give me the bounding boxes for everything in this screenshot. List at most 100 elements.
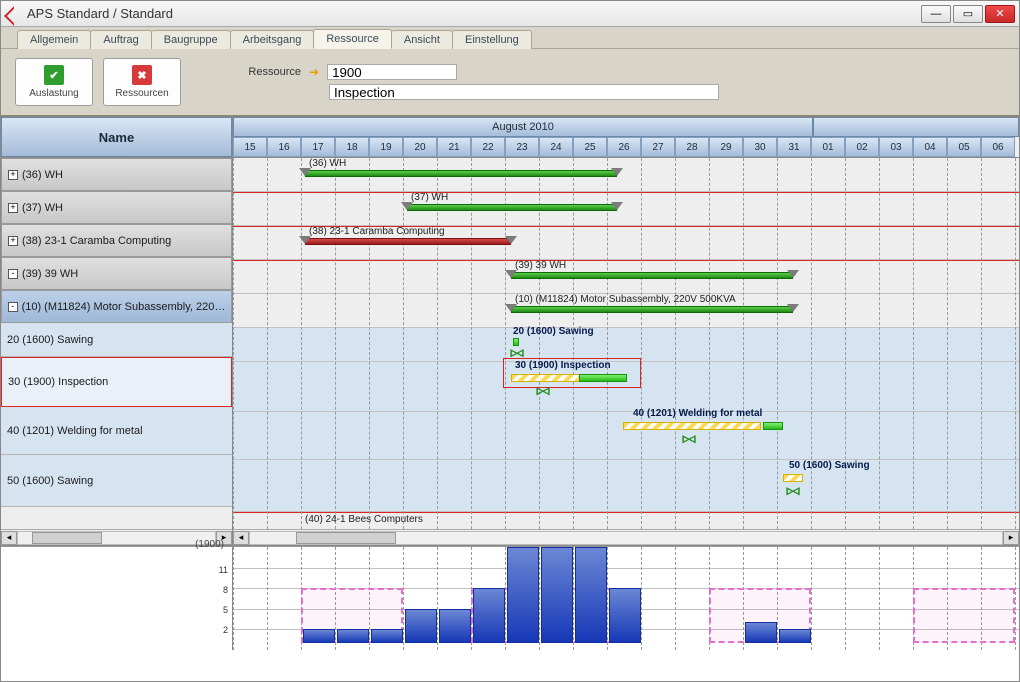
expand-icon[interactable]: + xyxy=(8,236,18,246)
minimize-button[interactable]: — xyxy=(921,5,951,23)
row-label: (39) 39 WH xyxy=(22,268,78,280)
day-header-cell: 27 xyxy=(641,137,675,157)
check-icon: ✔ xyxy=(44,65,64,85)
scroll-thumb[interactable] xyxy=(32,532,102,544)
tab-ressource[interactable]: Ressource xyxy=(313,29,392,49)
day-header-cell: 30 xyxy=(743,137,777,157)
auslastung-button[interactable]: ✔ Auslastung xyxy=(15,58,93,106)
ressource-desc-input[interactable] xyxy=(329,84,719,100)
gantt-bars: (36) WH(37) WH(38) 23-1 Caramba Computin… xyxy=(233,158,1019,529)
arrow-right-icon: ➜ xyxy=(309,65,319,79)
row-label: 20 (1600) Sawing xyxy=(7,334,93,346)
day-header-cell: 28 xyxy=(675,137,709,157)
row-label: 50 (1600) Sawing xyxy=(7,475,93,487)
day-header-cell: 31 xyxy=(777,137,811,157)
collapse-icon[interactable]: - xyxy=(8,302,18,312)
day-header-cell: 05 xyxy=(947,137,981,157)
row-label: (10) (M11824) Motor Subassembly, 220V 50… xyxy=(22,301,231,313)
tab-allgemein[interactable]: Allgemein xyxy=(17,30,91,49)
day-header-cell: 26 xyxy=(607,137,641,157)
filter-fields: Ressource ➜ xyxy=(231,64,719,100)
day-header-cell: 22 xyxy=(471,137,505,157)
month-header-sep xyxy=(813,117,1019,137)
utilization-chart: (1900) 11 8 5 2 xyxy=(1,546,1019,650)
scroll-right-icon[interactable]: ▸ xyxy=(1003,531,1019,545)
day-header-cell: 15 xyxy=(233,137,267,157)
day-header-cell: 18 xyxy=(335,137,369,157)
gantt-canvas[interactable]: (36) WH(37) WH(38) 23-1 Caramba Computin… xyxy=(233,157,1019,529)
row-label: (37) WH xyxy=(22,202,63,214)
expand-icon[interactable]: + xyxy=(8,170,18,180)
row-task-40[interactable]: 40 (1201) Welding for metal xyxy=(1,407,232,455)
name-column-header: Name xyxy=(1,117,232,157)
gantt-left-pane: Name + (36) WH + (37) WH + (38) 23-1 Car… xyxy=(1,117,233,545)
gantt-right-pane: August 2010 1516171819202122232425262728… xyxy=(233,117,1019,545)
chart-plot-area xyxy=(233,547,1019,650)
collapse-icon[interactable]: - xyxy=(8,269,18,279)
ressource-code-input[interactable] xyxy=(327,64,457,80)
day-header-cell: 04 xyxy=(913,137,947,157)
day-header-cell: 20 xyxy=(403,137,437,157)
tab-auftrag[interactable]: Auftrag xyxy=(90,30,151,49)
row-label: 40 (1201) Welding for metal xyxy=(7,425,143,437)
window-title: APS Standard / Standard xyxy=(27,6,173,21)
day-header-cell: 01 xyxy=(811,137,845,157)
row-label: 30 (1900) Inspection xyxy=(8,376,108,388)
chart-y-axis: (1900) 11 8 5 2 xyxy=(1,547,233,650)
scroll-left-icon[interactable]: ◂ xyxy=(1,531,17,545)
row-task-30[interactable]: 30 (1900) Inspection xyxy=(1,357,232,407)
day-header-cell: 29 xyxy=(709,137,743,157)
gantt-row-labels: + (36) WH + (37) WH + (38) 23-1 Caramba … xyxy=(1,157,232,529)
tab-ansicht[interactable]: Ansicht xyxy=(391,30,453,49)
maximize-button[interactable]: ▭ xyxy=(953,5,983,23)
y-tick: 11 xyxy=(219,565,228,575)
ressourcen-button[interactable]: ✖ Ressourcen xyxy=(103,58,181,106)
y-tick: 8 xyxy=(223,585,228,595)
day-header-cell: 19 xyxy=(369,137,403,157)
auslastung-label: Auslastung xyxy=(29,88,78,99)
day-header-cell: 03 xyxy=(879,137,913,157)
y-tick: 2 xyxy=(223,625,228,635)
day-header-cell: 23 xyxy=(505,137,539,157)
ressource-field-label: Ressource xyxy=(231,66,301,78)
day-header-cell: 21 xyxy=(437,137,471,157)
window-controls: — ▭ ✕ xyxy=(921,5,1015,23)
cancel-icon: ✖ xyxy=(132,65,152,85)
row-task-50[interactable]: 50 (1600) Sawing xyxy=(1,455,232,507)
expand-icon[interactable]: + xyxy=(8,203,18,213)
gantt-time-header: August 2010 1516171819202122232425262728… xyxy=(233,117,1019,157)
month-header-aug: August 2010 xyxy=(233,117,813,137)
row-group-37[interactable]: + (37) WH xyxy=(1,191,232,224)
day-header-cell: 02 xyxy=(845,137,879,157)
gantt-area: Name + (36) WH + (37) WH + (38) 23-1 Car… xyxy=(1,117,1019,546)
tab-einstellung[interactable]: Einstellung xyxy=(452,30,532,49)
row-group-38[interactable]: + (38) 23-1 Caramba Computing xyxy=(1,224,232,257)
day-header-cell: 24 xyxy=(539,137,573,157)
scroll-left-icon[interactable]: ◂ xyxy=(233,531,249,545)
row-label: (38) 23-1 Caramba Computing xyxy=(22,235,171,247)
close-button[interactable]: ✕ xyxy=(985,5,1015,23)
scroll-track[interactable] xyxy=(249,531,1003,545)
tab-arbeitsgang[interactable]: Arbeitsgang xyxy=(230,30,315,49)
y-tick: 5 xyxy=(223,605,228,615)
filter-panel: ✔ Auslastung ✖ Ressourcen Ressource ➜ xyxy=(1,49,1019,117)
app-icon xyxy=(5,6,21,22)
tabstrip: Allgemein Auftrag Baugruppe Arbeitsgang … xyxy=(1,27,1019,49)
day-header-cell: 17 xyxy=(301,137,335,157)
scroll-thumb[interactable] xyxy=(296,532,396,544)
row-group-m11824[interactable]: - (10) (M11824) Motor Subassembly, 220V … xyxy=(1,290,232,323)
chart-title: (1900) xyxy=(195,539,224,550)
row-group-39[interactable]: - (39) 39 WH xyxy=(1,257,232,290)
day-header-cell: 25 xyxy=(573,137,607,157)
row-label: (36) WH xyxy=(22,169,63,181)
row-task-20[interactable]: 20 (1600) Sawing xyxy=(1,323,232,357)
titlebar: APS Standard / Standard — ▭ ✕ xyxy=(1,1,1019,27)
day-header-cell: 06 xyxy=(981,137,1015,157)
day-header-cell: 16 xyxy=(267,137,301,157)
ressourcen-label: Ressourcen xyxy=(115,88,168,99)
row-group-36[interactable]: + (36) WH xyxy=(1,158,232,191)
day-header-row: 1516171819202122232425262728293031010203… xyxy=(233,137,1019,157)
scroll-track[interactable] xyxy=(17,531,216,545)
tab-baugruppe[interactable]: Baugruppe xyxy=(151,30,231,49)
right-scrollbar-h[interactable]: ◂ ▸ xyxy=(233,529,1019,545)
